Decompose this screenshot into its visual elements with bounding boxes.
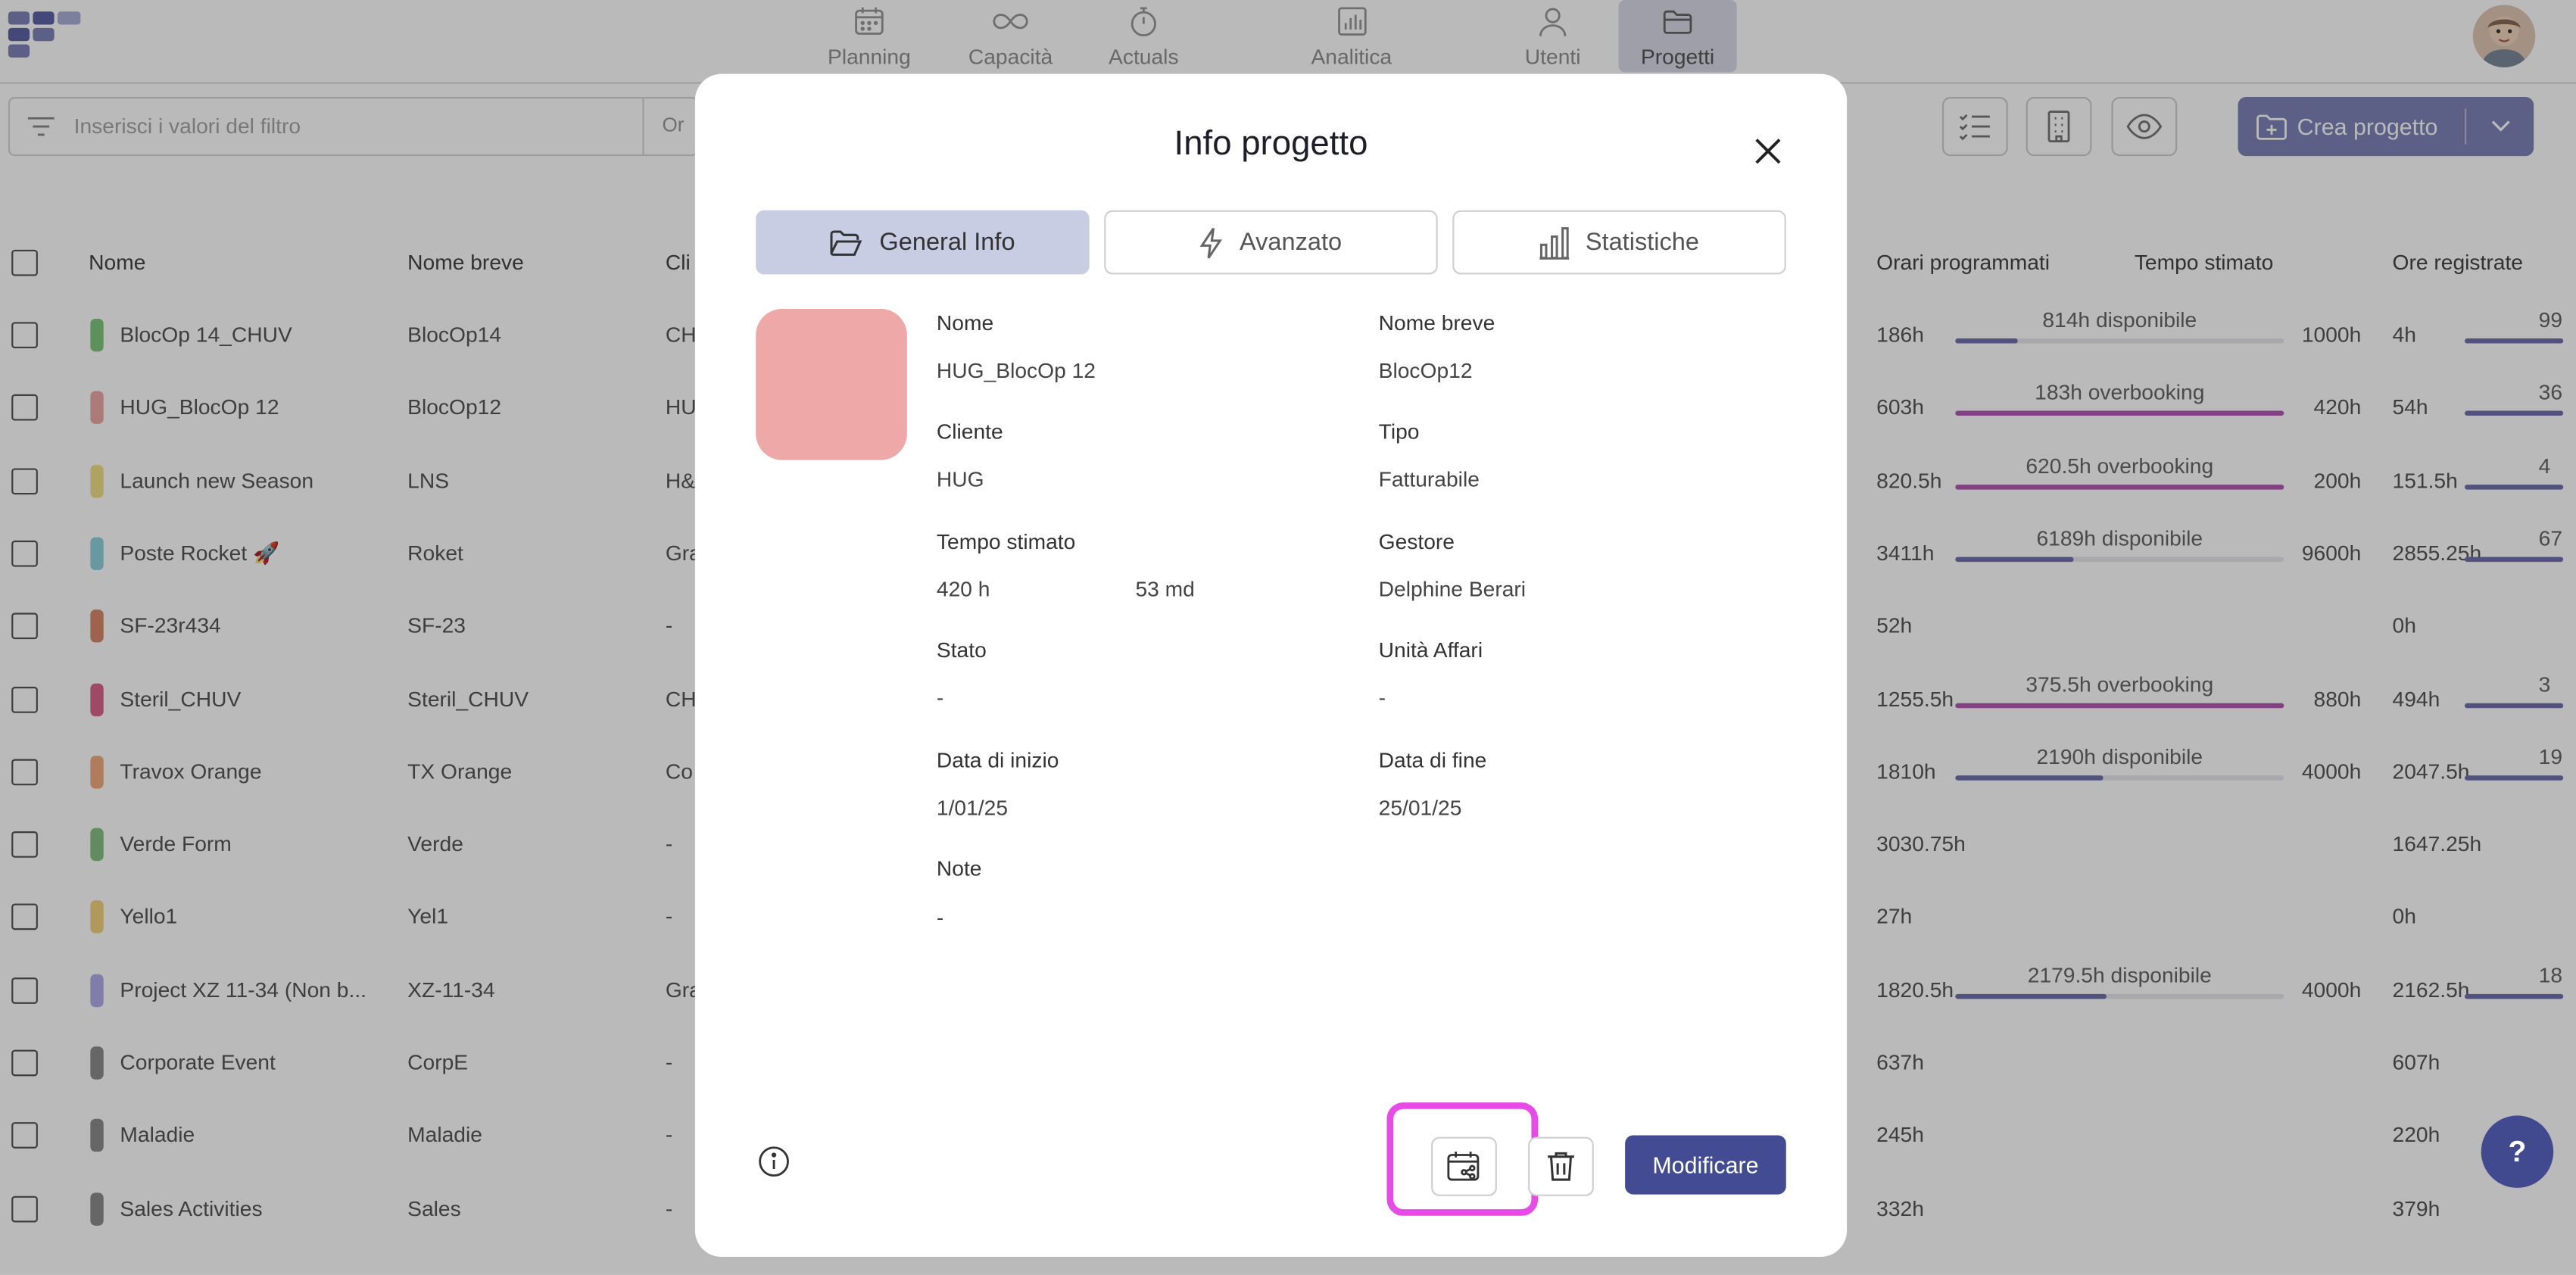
info-icon[interactable]: [757, 1145, 790, 1177]
tab-general-info-label: General Info: [879, 228, 1015, 257]
calendar-share-icon: [1447, 1152, 1480, 1181]
field-end-date-label: Data di fine: [1378, 747, 1487, 772]
field-client-label: Cliente: [936, 419, 1003, 444]
field-status-value: -: [936, 684, 944, 710]
trash-icon: [1548, 1152, 1574, 1181]
field-business-unit-value: -: [1378, 684, 1386, 710]
help-button[interactable]: ?: [2481, 1115, 2554, 1188]
field-status-label: Stato: [936, 637, 987, 662]
project-info-modal: Info progetto General Info Avanzato Stat…: [694, 73, 1848, 1258]
field-start-date-value: 1/01/25: [936, 795, 1009, 820]
field-manager-value: Delphine Berari: [1378, 576, 1527, 602]
tab-avanzato[interactable]: Avanzato: [1104, 210, 1438, 275]
field-estimate-hours: 420 h: [936, 576, 990, 602]
lightning-icon: [1200, 226, 1223, 258]
field-client-value: HUG: [936, 466, 984, 491]
share-calendar-button[interactable]: [1431, 1136, 1497, 1196]
project-color-swatch: [756, 308, 907, 460]
delete-project-button[interactable]: [1528, 1136, 1594, 1196]
field-estimate-days: 53 md: [1135, 576, 1195, 602]
field-notes-label: Note: [936, 856, 982, 881]
folder-open-icon: [830, 229, 862, 255]
modal-title: Info progetto: [1174, 124, 1368, 163]
edit-project-button[interactable]: Modificare: [1625, 1135, 1786, 1195]
close-icon[interactable]: [1750, 133, 1786, 170]
field-manager-label: Gestore: [1378, 528, 1455, 554]
bar-chart-icon: [1539, 226, 1570, 259]
tab-statistiche-label: Statistiche: [1585, 228, 1699, 257]
field-start-date-label: Data di inizio: [936, 747, 1059, 772]
tab-statistiche[interactable]: Statistiche: [1452, 210, 1786, 275]
field-short-name-value: BlocOp12: [1378, 358, 1473, 383]
field-type-label: Tipo: [1378, 419, 1420, 444]
field-type-value: Fatturabile: [1378, 466, 1480, 491]
tab-avanzato-label: Avanzato: [1239, 228, 1343, 257]
field-short-name-label: Nome breve: [1378, 310, 1495, 335]
tab-general-info[interactable]: General Info: [756, 210, 1090, 275]
field-estimate-label: Tempo stimato: [936, 528, 1076, 554]
field-end-date-value: 25/01/25: [1378, 795, 1462, 820]
field-name-label: Nome: [936, 310, 994, 335]
app: Planning Capacità Actuals Analitica Uten…: [0, 0, 2576, 1275]
field-business-unit-label: Unità Affari: [1378, 637, 1483, 662]
field-name-value: HUG_BlocOp 12: [936, 358, 1096, 383]
field-notes-value: -: [936, 905, 944, 931]
